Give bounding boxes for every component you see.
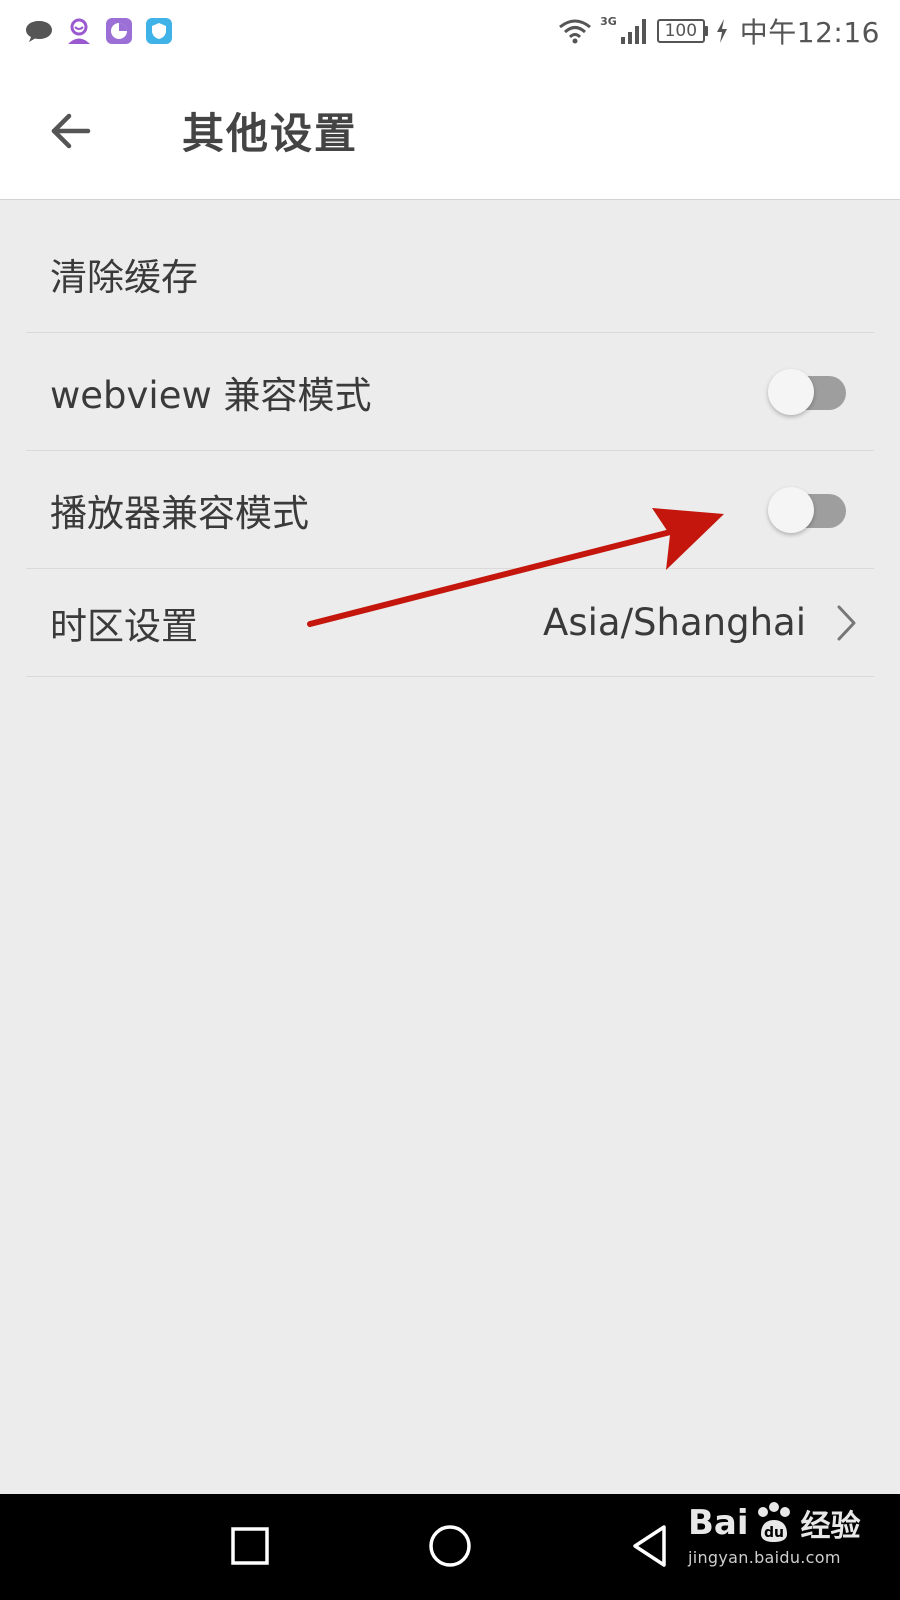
watermark-url: jingyan.baidu.com [688,1548,841,1567]
status-bar: 3G 100 中午12:16 [0,0,900,62]
timezone-value: Asia/Shanghai [543,601,806,644]
svg-text:du: du [764,1525,784,1541]
webview-compat-row: webview 兼容模式 [26,333,874,451]
circle-icon [429,1525,471,1567]
player-compat-row: 播放器兼容模式 [26,451,874,569]
shield-app-icon [144,16,174,46]
chat-bubble-icon [24,16,54,46]
settings-list: 清除缓存 webview 兼容模式 播放器兼容模式 时区设置 Asia/Shan… [0,201,900,677]
watermark-logo: Bai du 经验 [688,1500,888,1546]
watermark-brand: Bai [688,1503,749,1543]
pie-chart-app-icon [104,16,134,46]
back-button[interactable] [30,91,110,171]
watermark-brand-suffix: 经验 [800,1509,861,1544]
battery-level: 100 [656,19,705,43]
charging-bolt-icon [716,19,727,43]
home-button[interactable] [420,1518,480,1574]
nav-back-button[interactable] [620,1518,680,1574]
wifi-icon [559,19,592,44]
triangle-back-icon [633,1525,666,1567]
status-time: 中午12:16 [739,16,880,49]
chevron-right-icon [837,605,856,640]
player-compat-label: 播放器兼容模式 [50,491,309,535]
webview-compat-label: webview 兼容模式 [50,373,372,417]
arrow-left-icon [51,113,91,148]
status-indicators: 3G 100 中午12:16 [558,11,880,51]
timezone-label: 时区设置 [50,604,198,648]
page-title: 其他设置 [182,109,359,158]
app-toolbar: 其他设置 [0,62,900,200]
player-compat-toggle[interactable] [768,486,848,533]
paw-icon: du [757,1502,790,1542]
clear-cache-row[interactable]: 清除缓存 [26,201,874,333]
notification-icons [24,16,174,46]
timezone-row[interactable]: 时区设置 Asia/Shanghai [26,569,874,677]
clear-cache-label: 清除缓存 [50,255,198,299]
baidu-jingyan-watermark: Bai du 经验 jingyan.baidu.com [688,1500,888,1596]
webview-compat-toggle[interactable] [768,368,848,415]
person-app-icon [64,16,94,46]
recent-apps-button[interactable] [220,1518,280,1574]
toggle-knob [768,486,814,533]
network-type-label: 3G [600,14,617,28]
signal-strength-icon [620,19,646,44]
square-icon [231,1527,269,1565]
toggle-knob [768,368,814,415]
battery-icon: 100 [656,19,708,43]
